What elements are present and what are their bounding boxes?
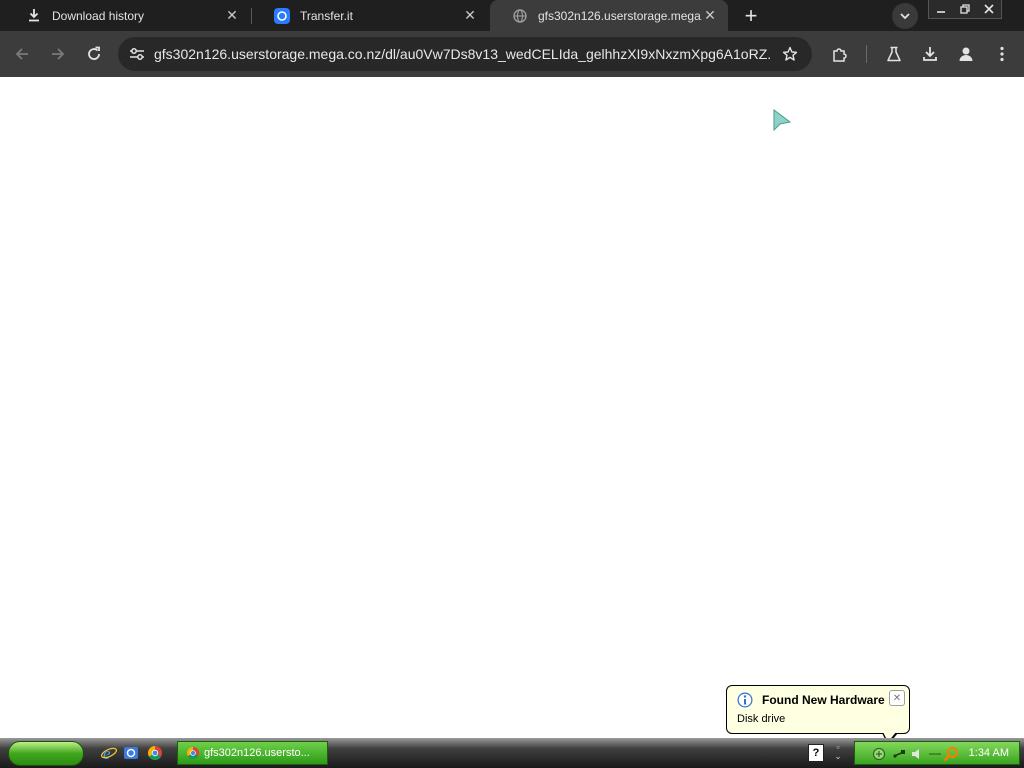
clock[interactable]: 1:34 AM bbox=[969, 747, 1009, 759]
minimize-icon bbox=[937, 11, 945, 13]
balloon-close-button[interactable]: ✕ bbox=[889, 690, 905, 706]
taskbar-button-label: gfs302n126.usersto... bbox=[204, 747, 310, 759]
reload-button[interactable] bbox=[80, 40, 108, 68]
chrome-icon[interactable] bbox=[146, 744, 164, 762]
transfer-it-icon bbox=[274, 7, 290, 24]
toolbar-divider bbox=[866, 45, 867, 63]
taskbar-button-browser[interactable]: gfs302n126.usersto... bbox=[177, 741, 328, 765]
balloon-body: Disk drive bbox=[737, 713, 786, 725]
outlook-icon[interactable] bbox=[122, 744, 140, 762]
minimize-button[interactable] bbox=[929, 0, 953, 18]
chrome-icon bbox=[186, 746, 200, 760]
downloads-button[interactable] bbox=[916, 40, 944, 68]
close-icon[interactable]: ✕ bbox=[224, 7, 240, 24]
window-controls bbox=[928, 0, 1002, 19]
tune-icon bbox=[130, 48, 144, 60]
close-window-button[interactable] bbox=[977, 0, 1001, 18]
close-icon[interactable]: ✕ bbox=[702, 7, 718, 24]
url-text[interactable]: gfs302n126.userstorage.mega.co.nz/dl/au0… bbox=[154, 46, 770, 62]
volume-icon[interactable] bbox=[909, 746, 925, 762]
profile-button[interactable] bbox=[952, 40, 980, 68]
bookmark-star-button[interactable] bbox=[778, 42, 802, 66]
tab-title: gfs302n126.userstorage.mega.co.n bbox=[538, 8, 702, 23]
system-tray: 1:34 AM bbox=[854, 741, 1020, 765]
page-content bbox=[0, 77, 1024, 738]
restore-button[interactable] bbox=[953, 0, 977, 18]
reload-icon bbox=[88, 46, 100, 60]
balloon-title: Found New Hardware bbox=[762, 693, 885, 707]
ie-icon[interactable]: e bbox=[100, 744, 118, 762]
tab-mega-download[interactable]: gfs302n126.userstorage.mega.co.n ✕ bbox=[490, 0, 728, 31]
site-info-button[interactable] bbox=[124, 41, 150, 67]
close-icon bbox=[984, 4, 994, 14]
browser-toolbar: gfs302n126.userstorage.mega.co.nz/dl/au0… bbox=[0, 31, 1024, 77]
info-icon bbox=[737, 692, 753, 708]
tab-transfer-it[interactable]: Transfer.it ✕ bbox=[252, 0, 488, 31]
avatar-icon bbox=[959, 47, 973, 61]
star-icon bbox=[782, 46, 798, 61]
labs-button[interactable] bbox=[880, 40, 908, 68]
restore-icon bbox=[960, 4, 970, 14]
close-icon[interactable]: ✕ bbox=[462, 7, 478, 24]
tray-divider-icon bbox=[927, 746, 943, 762]
start-button[interactable] bbox=[8, 741, 84, 766]
usb-icon[interactable] bbox=[891, 746, 907, 762]
tab-strip: Download history ✕ Transfer.it ✕ gfs302n… bbox=[0, 0, 1024, 31]
svg-text:e: e bbox=[103, 744, 111, 762]
tab-title: Download history bbox=[52, 8, 145, 23]
address-bar[interactable]: gfs302n126.userstorage.mega.co.nz/dl/au0… bbox=[118, 37, 812, 71]
back-button[interactable] bbox=[8, 40, 36, 68]
tab-download-history[interactable]: Download history ✕ bbox=[4, 0, 250, 31]
menu-button[interactable] bbox=[988, 40, 1016, 68]
arrow-left-icon bbox=[15, 48, 28, 60]
arrow-right-icon bbox=[52, 48, 65, 60]
taskbar: e gfs302n126.usersto... ? ▫ ⌄ 1:34 AM bbox=[0, 738, 1024, 768]
puzzle-icon bbox=[833, 48, 847, 62]
kebab-menu-icon bbox=[1000, 46, 1004, 62]
mouse-cursor-icon bbox=[773, 109, 792, 132]
found-new-hardware-balloon[interactable]: Found New Hardware Disk drive ✕ bbox=[726, 685, 910, 734]
forward-button[interactable] bbox=[44, 40, 72, 68]
search-icon[interactable] bbox=[943, 746, 959, 762]
network-icon[interactable] bbox=[871, 746, 887, 762]
help-icon[interactable]: ? bbox=[808, 744, 824, 762]
extensions-button[interactable] bbox=[826, 40, 854, 68]
download-icon bbox=[923, 47, 937, 61]
download-icon bbox=[26, 8, 42, 24]
flask-icon bbox=[887, 46, 901, 62]
new-tab-button[interactable]: + bbox=[738, 3, 764, 29]
tab-title: Transfer.it bbox=[300, 8, 353, 23]
globe-icon bbox=[512, 8, 528, 24]
tab-search-button[interactable] bbox=[892, 3, 918, 29]
show-desktop-icon[interactable]: ▫ ⌄ bbox=[832, 743, 844, 761]
chevron-down-icon bbox=[900, 13, 910, 19]
